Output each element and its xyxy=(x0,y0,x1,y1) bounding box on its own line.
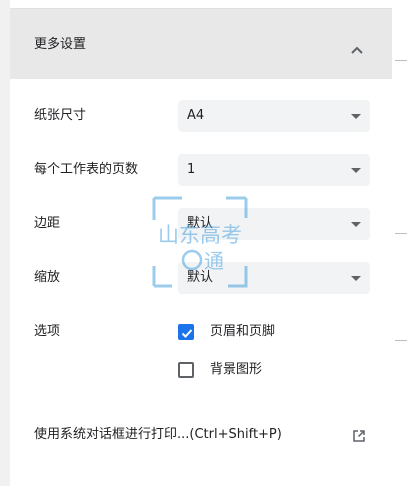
paper-size-select[interactable]: A4 xyxy=(178,100,370,132)
pages-per-sheet-select[interactable]: 1 xyxy=(178,154,370,186)
paper-size-value: A4 xyxy=(187,108,205,123)
margins-select[interactable]: 默认 xyxy=(178,208,370,240)
top-separator xyxy=(10,0,392,9)
system-dialog-label: 使用系统对话框进行打印...(Ctrl+Shift+P) xyxy=(34,427,282,442)
check-icon xyxy=(181,329,193,338)
gutter-divider xyxy=(395,340,407,341)
pages-per-sheet-value: 1 xyxy=(187,162,196,177)
headers-footers-checkbox[interactable] xyxy=(178,324,194,340)
background-graphics-label[interactable]: 背景图形 xyxy=(210,361,262,379)
right-gutter xyxy=(392,0,407,486)
pages-per-sheet-label: 每个工作表的页数 xyxy=(34,162,139,177)
paper-size-label: 纸张尺寸 xyxy=(34,108,87,123)
dropdown-arrow-icon xyxy=(351,276,361,281)
more-settings-header[interactable]: 更多设置 xyxy=(10,9,392,79)
background-graphics-checkbox[interactable] xyxy=(178,362,194,378)
scale-value: 默认 xyxy=(187,270,214,285)
gutter-divider xyxy=(395,60,407,61)
more-settings-title: 更多设置 xyxy=(34,37,87,52)
dropdown-arrow-icon xyxy=(351,168,361,173)
dropdown-arrow-icon xyxy=(351,114,361,119)
options-label: 选项 xyxy=(34,324,61,339)
scale-label: 缩放 xyxy=(34,270,61,285)
gutter-divider xyxy=(395,233,407,234)
dropdown-arrow-icon xyxy=(351,222,361,227)
margins-value: 默认 xyxy=(187,216,214,231)
margins-label: 边距 xyxy=(34,216,61,231)
left-strip xyxy=(0,0,10,486)
system-dialog-link[interactable]: 使用系统对话框进行打印...(Ctrl+Shift+P) xyxy=(10,418,392,452)
open-in-new-icon xyxy=(352,428,366,442)
scale-select[interactable]: 默认 xyxy=(178,262,370,294)
chevron-up-icon[interactable] xyxy=(350,40,364,54)
headers-footers-label[interactable]: 页眉和页脚 xyxy=(210,323,275,341)
